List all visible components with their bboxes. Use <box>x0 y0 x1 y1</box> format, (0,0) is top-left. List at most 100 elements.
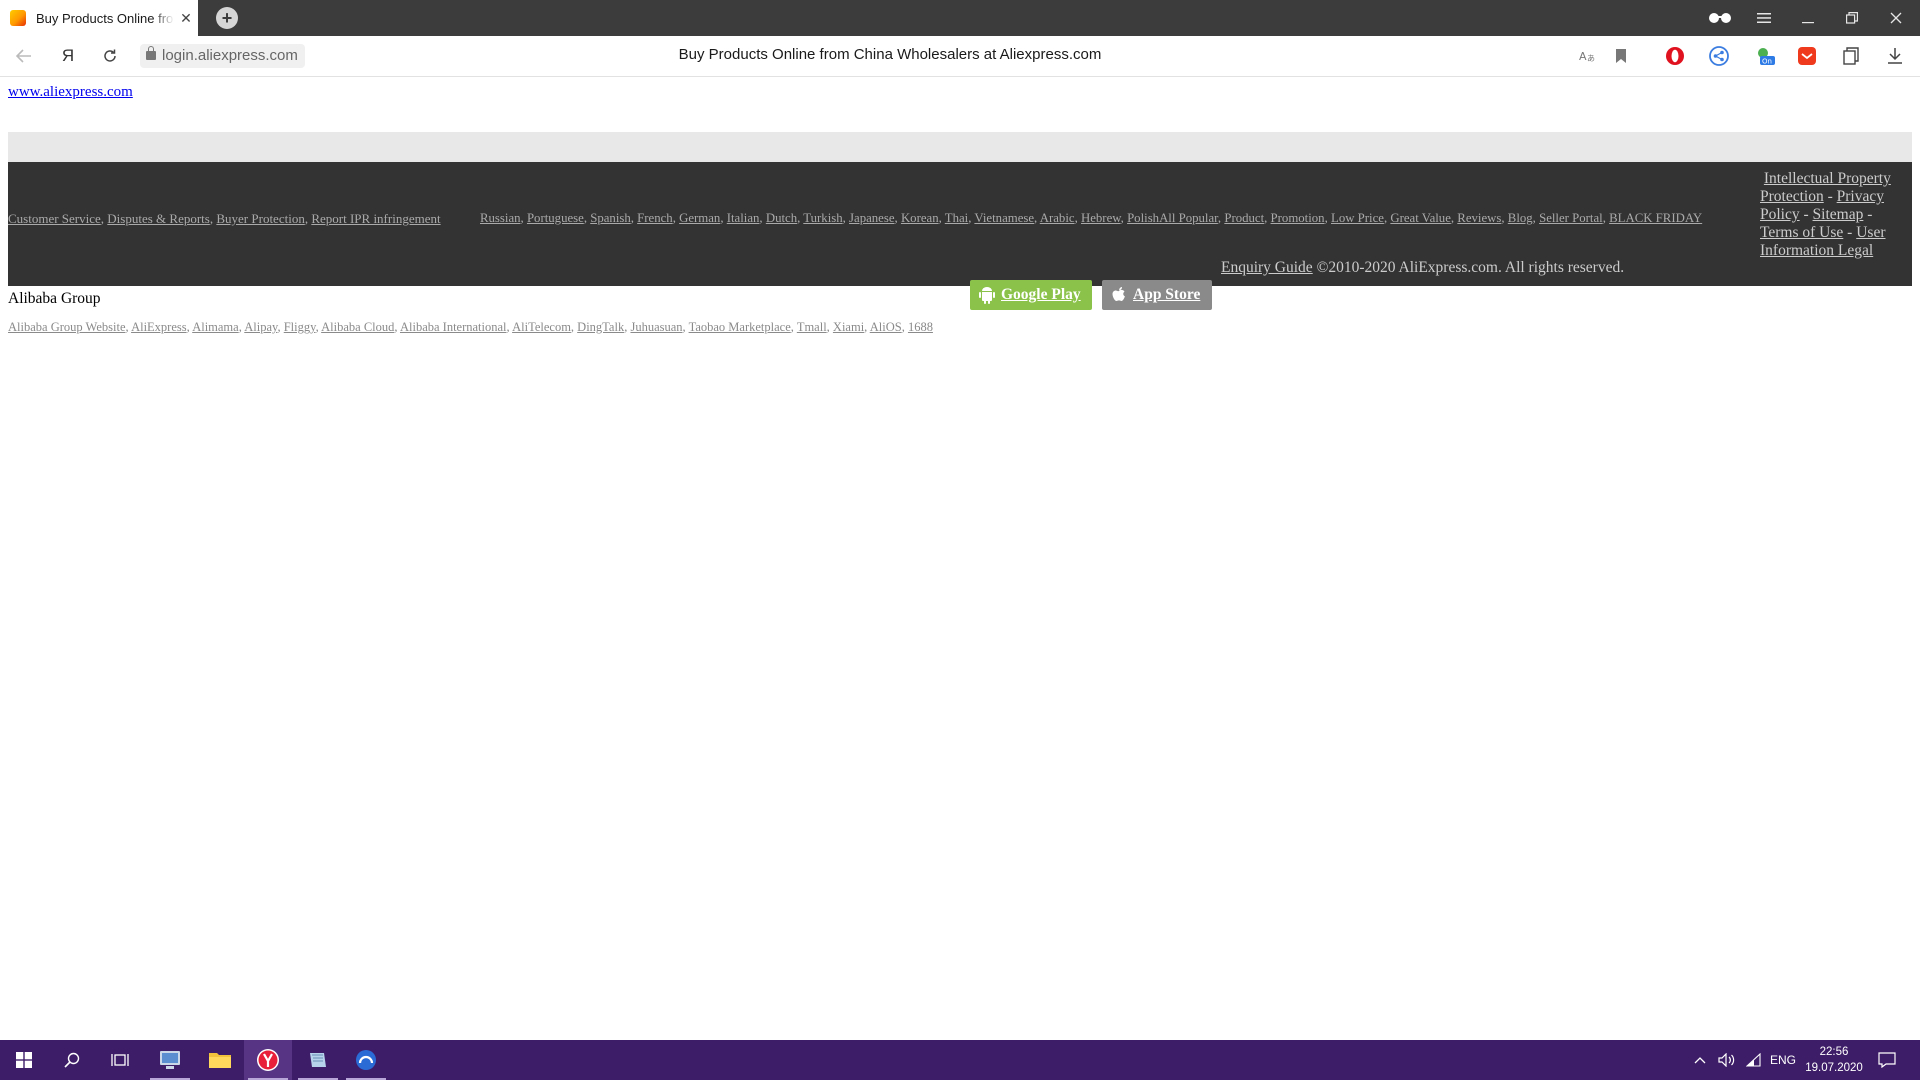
opera-icon[interactable] <box>1664 45 1686 67</box>
browser-tab-bar: Buy Products Online from China Wholesale… <box>0 0 1920 36</box>
separator: - <box>1827 188 1833 205</box>
language-link[interactable]: Seller Portal <box>1539 211 1603 225</box>
google-play-button[interactable]: Google Play <box>970 280 1092 310</box>
restore-icon[interactable] <box>1832 0 1872 36</box>
separator: - <box>1847 224 1853 241</box>
reader-glasses-icon[interactable] <box>1700 0 1740 36</box>
page-title: Buy Products Online from China Wholesale… <box>678 46 1102 63</box>
yandex-button[interactable]: Я <box>56 44 80 68</box>
language-link[interactable]: PolishAll Popular <box>1127 211 1218 225</box>
language-link[interactable]: Japanese <box>849 211 894 225</box>
group-link[interactable]: AliOS <box>870 320 902 334</box>
language-link[interactable]: Hebrew <box>1081 211 1121 225</box>
language-link[interactable]: Russian <box>480 211 521 225</box>
collections-icon[interactable] <box>1840 45 1862 67</box>
aliexpress-home-link[interactable]: www.aliexpress.com <box>8 84 133 101</box>
lock-icon <box>146 46 156 60</box>
windows-taskbar: ENG 22:56 19.07.2020 <box>0 1040 1920 1080</box>
system-clock[interactable]: 22:56 19.07.2020 <box>1796 1044 1872 1076</box>
group-link[interactable]: Alibaba Group Website <box>8 320 126 334</box>
chevron-up-icon[interactable] <box>1694 1040 1706 1080</box>
browser-tab[interactable]: Buy Products Online from China Wholesale… <box>0 0 198 36</box>
separator: - <box>1867 206 1873 223</box>
group-link[interactable]: AliTelecom <box>512 320 571 334</box>
group-link[interactable]: Alimama <box>192 320 239 334</box>
language-link[interactable]: Italian <box>727 211 760 225</box>
footer-link[interactable]: Buyer Protection <box>216 211 304 226</box>
copyright-row: Enquiry Guide ©2010-2020 AliExpress.com.… <box>1221 259 1624 277</box>
group-link[interactable]: DingTalk <box>577 320 624 334</box>
remote-app-icon[interactable] <box>342 1040 390 1080</box>
language-link[interactable]: Promotion <box>1271 211 1325 225</box>
group-link[interactable]: Alipay <box>244 320 277 334</box>
language-link[interactable]: Great Value <box>1390 211 1451 225</box>
reload-icon[interactable] <box>98 44 122 68</box>
file-explorer-icon[interactable] <box>196 1040 244 1080</box>
sitemap-link[interactable]: Sitemap <box>1813 206 1864 223</box>
group-link[interactable]: Taobao Marketplace <box>689 320 791 334</box>
language-link[interactable]: Product <box>1224 211 1264 225</box>
minimize-icon[interactable] <box>1788 0 1828 36</box>
footer-legal-links: Intellectual Property Protection - Priva… <box>1760 170 1905 260</box>
language-link[interactable]: French <box>637 211 673 225</box>
language-link[interactable]: German <box>679 211 720 225</box>
footer-link[interactable]: Report IPR infringement <box>311 211 440 226</box>
group-link[interactable]: Tmall <box>797 320 827 334</box>
language-link[interactable]: Portuguese <box>527 211 584 225</box>
tab-title: Buy Products Online from China Wholesale… <box>36 10 174 26</box>
site-footer: Customer Service, Disputes & Reports, Bu… <box>8 162 1912 286</box>
search-icon[interactable] <box>48 1040 96 1080</box>
download-icon[interactable] <box>1884 45 1906 67</box>
copyright-text: ©2010-2020 AliExpress.com. All rights re… <box>1316 259 1625 276</box>
language-indicator[interactable]: ENG <box>1770 1040 1796 1080</box>
computer-app-icon[interactable] <box>146 1040 194 1080</box>
windows-start-icon[interactable] <box>0 1040 48 1080</box>
language-link[interactable]: Dutch <box>766 211 797 225</box>
language-link[interactable]: Vietnamese <box>974 211 1034 225</box>
back-arrow-icon[interactable] <box>12 44 36 68</box>
group-link[interactable]: 1688 <box>908 320 933 334</box>
group-link[interactable]: Xiami <box>833 320 864 334</box>
language-link[interactable]: Turkish <box>803 211 842 225</box>
language-link[interactable]: Arabic <box>1040 211 1075 225</box>
group-link[interactable]: Alibaba Cloud <box>321 320 394 334</box>
speaker-icon[interactable] <box>1718 1040 1736 1080</box>
share-icon[interactable] <box>1708 45 1730 67</box>
weather-icon[interactable]: On <box>1754 45 1776 67</box>
group-link[interactable]: AliExpress <box>131 320 187 334</box>
enquiry-guide-link[interactable]: Enquiry Guide <box>1221 259 1313 276</box>
app-store-button[interactable]: App Store <box>1102 280 1212 310</box>
bookmark-icon[interactable] <box>1610 45 1632 67</box>
language-link[interactable]: Low Price <box>1331 211 1384 225</box>
mail-icon[interactable] <box>1796 45 1818 67</box>
notes-app-icon[interactable] <box>294 1040 342 1080</box>
language-link[interactable]: Blog <box>1508 211 1533 225</box>
yandex-browser-icon[interactable] <box>244 1040 292 1080</box>
svg-text:On: On <box>1762 58 1772 66</box>
tab-close-icon[interactable]: ✕ <box>178 10 194 27</box>
network-icon[interactable] <box>1746 1040 1762 1080</box>
footer-link[interactable]: Disputes & Reports <box>107 211 210 226</box>
language-link[interactable]: BLACK FRIDAY <box>1609 211 1702 225</box>
language-link[interactable]: Korean <box>901 211 939 225</box>
aliexpress-favicon-icon <box>10 10 26 26</box>
footer-language-links: Russian, Portuguese, Spanish, French, Ge… <box>480 211 1703 225</box>
terms-of-use-link[interactable]: Terms of Use <box>1760 224 1843 241</box>
task-view-icon[interactable] <box>96 1040 144 1080</box>
footer-service-links: Customer Service, Disputes & Reports, Bu… <box>8 211 441 226</box>
menu-icon[interactable] <box>1744 0 1784 36</box>
notification-icon[interactable] <box>1878 1040 1896 1080</box>
close-icon[interactable] <box>1876 0 1916 36</box>
app-store-label: App Store <box>1133 286 1201 303</box>
alibaba-group-links: Alibaba Group Website, AliExpress, Alima… <box>8 320 933 334</box>
new-tab-button[interactable]: + <box>216 7 238 29</box>
url-field[interactable]: login.aliexpress.com <box>140 44 305 68</box>
group-link[interactable]: Juhuasuan <box>630 320 682 334</box>
translate-icon[interactable]: Aあ <box>1576 45 1598 67</box>
language-link[interactable]: Reviews <box>1457 211 1501 225</box>
group-link[interactable]: Fliggy <box>284 320 316 334</box>
language-link[interactable]: Thai <box>945 211 968 225</box>
footer-link[interactable]: Customer Service <box>8 211 101 226</box>
language-link[interactable]: Spanish <box>590 211 631 225</box>
group-link[interactable]: Alibaba International <box>400 320 507 334</box>
